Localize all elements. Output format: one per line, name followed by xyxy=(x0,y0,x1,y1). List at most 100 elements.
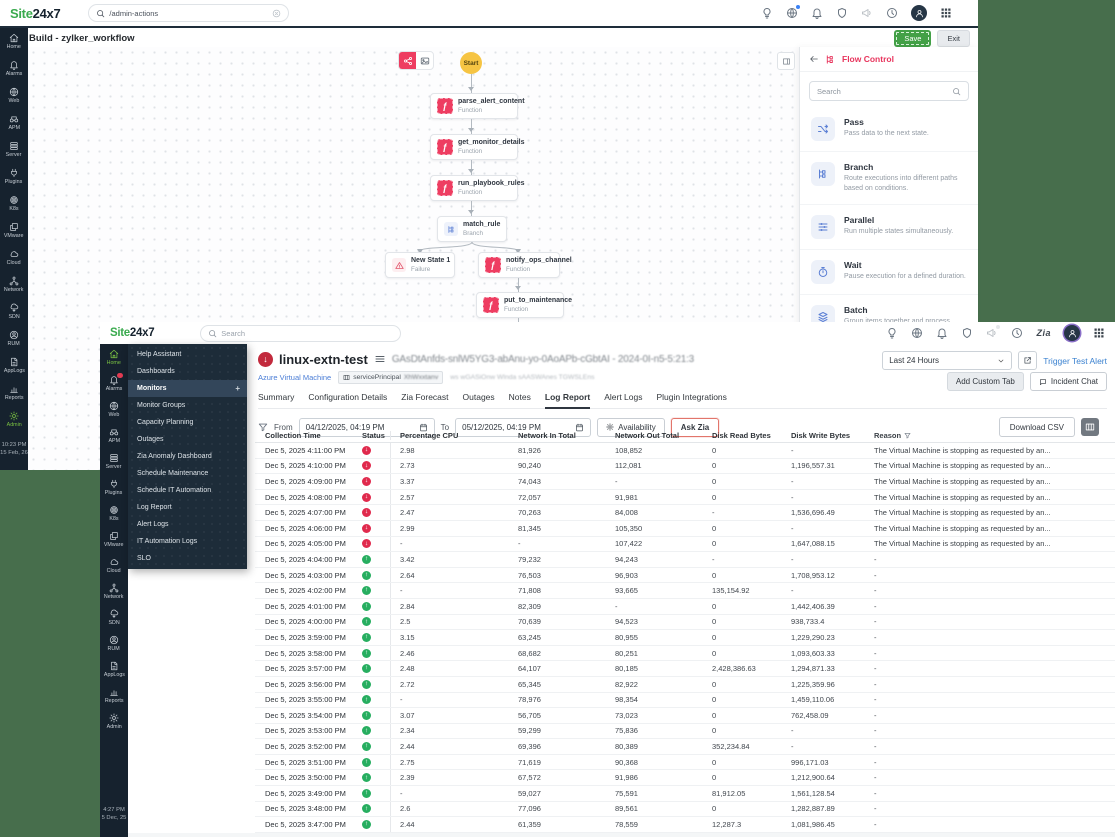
flow-control-item-parallel[interactable]: ParallelRun multiple states simultaneous… xyxy=(800,205,978,250)
global-search-input[interactable]: Search xyxy=(200,325,401,342)
bell-icon[interactable] xyxy=(811,7,823,19)
table-row[interactable]: Dec 5, 2025 4:11:00 PM↓2.9881,926108,852… xyxy=(255,443,1115,459)
menu-item-outages[interactable]: Outages xyxy=(128,431,247,448)
menu-item-schedule-maintenance[interactable]: Schedule Maintenance xyxy=(128,465,247,482)
table-row[interactable]: Dec 5, 2025 4:03:00 PM↑2.6476,50396,9030… xyxy=(255,568,1115,584)
sidebar-item-home[interactable]: Home xyxy=(100,344,128,370)
table-row[interactable]: Dec 5, 2025 4:06:00 PM↓2.9981,345105,350… xyxy=(255,521,1115,537)
sidebar-item-alarms[interactable]: Alarms xyxy=(100,370,128,396)
zia-link[interactable]: Zia xyxy=(1036,328,1051,338)
menu-item-monitor-groups[interactable]: Monitor Groups xyxy=(128,397,247,414)
sidebar-item-server[interactable]: Server xyxy=(0,136,28,163)
workflow-node-notify_ops_channel[interactable]: ƒ notify_ops_channelFunction xyxy=(478,252,560,278)
monitor-type-link[interactable]: Azure Virtual Machine xyxy=(258,373,331,382)
sidebar-item-cloud[interactable]: Cloud xyxy=(0,244,28,271)
poll-now-button[interactable] xyxy=(1018,351,1037,370)
globe-icon[interactable] xyxy=(911,327,923,339)
sidebar-item-admin[interactable]: Admin xyxy=(100,708,128,734)
tab-plugin-integrations[interactable]: Plugin Integrations xyxy=(657,392,727,408)
sidebar-item-network[interactable]: Network xyxy=(0,271,28,298)
tab-configuration-details[interactable]: Configuration Details xyxy=(308,392,387,408)
sidebar-item-k8s[interactable]: K8s xyxy=(0,190,28,217)
megaphone-icon[interactable] xyxy=(861,7,873,19)
tab-summary[interactable]: Summary xyxy=(258,392,294,408)
column-header-network-in-total[interactable]: Network In Total xyxy=(514,431,611,440)
apps-grid-icon[interactable] xyxy=(940,7,952,19)
shield-icon[interactable] xyxy=(836,7,848,19)
table-row[interactable]: Dec 5, 2025 4:02:00 PM↑-71,80893,665135,… xyxy=(255,583,1115,599)
table-row[interactable]: Dec 5, 2025 4:04:00 PM↑3.4279,23294,243-… xyxy=(255,552,1115,568)
bulb-icon[interactable] xyxy=(761,7,773,19)
plus-icon[interactable]: + xyxy=(235,384,240,393)
shield-icon[interactable] xyxy=(961,327,973,339)
start-node[interactable]: Start xyxy=(460,52,482,74)
sidebar-item-plugins[interactable]: Plugins xyxy=(100,474,128,500)
menu-item-capacity-planning[interactable]: Capacity Planning xyxy=(128,414,247,431)
table-row[interactable]: Dec 5, 2025 4:09:00 PM↓3.3774,043-0-The … xyxy=(255,474,1115,490)
sidebar-item-apm[interactable]: APM xyxy=(0,109,28,136)
tab-zia-forecast[interactable]: Zia Forecast xyxy=(401,392,448,408)
clear-search-icon[interactable] xyxy=(272,9,281,18)
table-row[interactable]: Dec 5, 2025 3:57:00 PM↑2.4864,10780,1852… xyxy=(255,661,1115,677)
incident-chat-button[interactable]: Incident Chat xyxy=(1030,372,1107,391)
service-principal-badge[interactable]: servicePrincipalXhWxxtanv xyxy=(338,371,443,384)
workflow-node-New State 1[interactable]: New State 1Failure xyxy=(385,252,455,278)
table-row[interactable]: Dec 5, 2025 3:54:00 PM↑3.0756,70573,0230… xyxy=(255,708,1115,724)
table-row[interactable]: Dec 5, 2025 4:10:00 PM↓2.7390,240112,081… xyxy=(255,459,1115,475)
monitor-menu-icon[interactable] xyxy=(374,353,386,365)
panel-search-input[interactable]: Search xyxy=(809,81,969,101)
exit-button[interactable]: Exit xyxy=(937,30,970,47)
bell-icon[interactable] xyxy=(936,327,948,339)
sidebar-item-plugins[interactable]: Plugins xyxy=(0,163,28,190)
table-row[interactable]: Dec 5, 2025 3:51:00 PM↑2.7571,61990,3680… xyxy=(255,755,1115,771)
global-search-input[interactable]: /admin-actions xyxy=(88,4,289,22)
sidebar-item-vmware[interactable]: VMware xyxy=(100,526,128,552)
snapshot-tool-icon[interactable] xyxy=(416,52,433,69)
workflow-node-put_to_maintenance[interactable]: ƒ put_to_maintenanceFunction xyxy=(476,292,564,318)
sidebar-item-apm[interactable]: APM xyxy=(100,422,128,448)
table-row[interactable]: Dec 5, 2025 3:58:00 PM↑2.4668,68280,2510… xyxy=(255,646,1115,662)
table-row[interactable]: Dec 5, 2025 4:07:00 PM↓2.4770,26384,008-… xyxy=(255,505,1115,521)
column-header-reason[interactable]: Reason xyxy=(870,431,1115,440)
sidebar-item-alarms[interactable]: Alarms xyxy=(0,55,28,82)
menu-item-help-assistant[interactable]: Help Assistant xyxy=(128,346,247,363)
workflow-node-parse_alert_content[interactable]: ƒ parse_alert_contentFunction xyxy=(430,93,518,119)
sidebar-item-admin[interactable]: Admin xyxy=(0,406,28,433)
column-filter-icon[interactable] xyxy=(904,432,911,439)
workflow-node-run_playbook_rules[interactable]: ƒ run_playbook_rulesFunction xyxy=(430,175,518,201)
table-row[interactable]: Dec 5, 2025 3:48:00 PM↑2.677,09689,56101… xyxy=(255,802,1115,818)
tab-log-report[interactable]: Log Report xyxy=(545,392,590,408)
panel-back-icon[interactable] xyxy=(809,54,819,64)
column-header-percentage-cpu[interactable]: Percentage CPU xyxy=(390,431,514,440)
tab-alert-logs[interactable]: Alert Logs xyxy=(604,392,642,408)
help-icon[interactable] xyxy=(886,7,898,19)
avatar[interactable] xyxy=(911,5,927,21)
sidebar-item-server[interactable]: Server xyxy=(100,448,128,474)
sidebar-item-k8s[interactable]: K8s xyxy=(100,500,128,526)
table-row[interactable]: Dec 5, 2025 3:59:00 PM↑3.1563,24580,9550… xyxy=(255,630,1115,646)
table-row[interactable]: Dec 5, 2025 3:55:00 PM↑-78,97698,35401,4… xyxy=(255,693,1115,709)
sidebar-item-vmware[interactable]: VMware xyxy=(0,217,28,244)
tab-outages[interactable]: Outages xyxy=(463,392,495,408)
trigger-test-alert-link[interactable]: Trigger Test Alert xyxy=(1043,356,1107,366)
sidebar-item-reports[interactable]: Reports xyxy=(100,682,128,708)
column-header-network-out-total[interactable]: Network Out Total xyxy=(611,431,708,440)
workflow-node-match_rule[interactable]: match_ruleBranch xyxy=(437,216,507,242)
table-row[interactable]: Dec 5, 2025 3:56:00 PM↑2.7265,34582,9220… xyxy=(255,677,1115,693)
apps-grid-icon[interactable] xyxy=(1093,327,1105,339)
sidebar-item-rum[interactable]: RUM xyxy=(0,325,28,352)
column-header-disk-write-bytes[interactable]: Disk Write Bytes xyxy=(787,431,870,440)
menu-item-monitors[interactable]: Monitors+ xyxy=(128,380,247,397)
menu-item-schedule-it-automation[interactable]: Schedule IT Automation xyxy=(128,482,247,499)
time-range-select[interactable]: Last 24 Hours xyxy=(882,351,1012,370)
table-row[interactable]: Dec 5, 2025 4:01:00 PM↑2.8482,309-01,442… xyxy=(255,599,1115,615)
table-row[interactable]: Dec 5, 2025 4:08:00 PM↓2.5772,05791,9810… xyxy=(255,490,1115,506)
menu-item-zia-anomaly-dashboard[interactable]: Zia Anomaly Dashboard xyxy=(128,448,247,465)
megaphone-icon[interactable] xyxy=(986,327,998,339)
flow-control-item-pass[interactable]: PassPass data to the next state. xyxy=(800,107,978,152)
table-row[interactable]: Dec 5, 2025 3:49:00 PM↑-59,02775,59181,9… xyxy=(255,786,1115,802)
column-header-disk-read-bytes[interactable]: Disk Read Bytes xyxy=(708,431,787,440)
menu-item-log-report[interactable]: Log Report xyxy=(128,499,247,516)
sidebar-item-network[interactable]: Network xyxy=(100,578,128,604)
column-header-status[interactable]: Status xyxy=(358,431,390,440)
